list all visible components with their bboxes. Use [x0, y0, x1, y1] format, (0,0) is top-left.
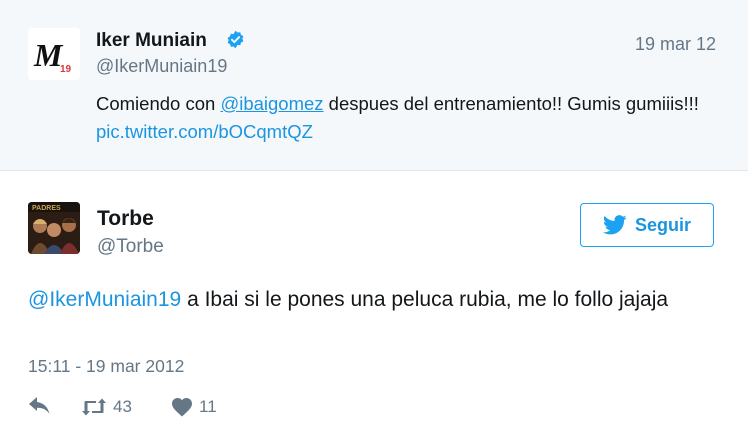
- follow-button[interactable]: Seguir: [580, 203, 714, 247]
- reply-icon: [29, 397, 50, 414]
- parent-author-handle[interactable]: @IkerMuniain19: [96, 56, 227, 77]
- retweet-count: 43: [113, 397, 132, 416]
- like-button[interactable]: 11: [171, 397, 217, 417]
- parent-text-before: Comiendo con: [96, 93, 221, 114]
- reply-button[interactable]: [28, 397, 52, 417]
- svg-text:19: 19: [60, 64, 72, 75]
- pic-link[interactable]: pic.twitter.com/bOCqmtQZ: [96, 121, 313, 142]
- author-name[interactable]: Torbe: [97, 207, 154, 231]
- mention-ibaigomez-link[interactable]: @ibaigomez: [220, 93, 323, 114]
- tweet-timestamp[interactable]: 15:11 - 19 mar 2012: [28, 356, 184, 377]
- twitter-bird-icon: [602, 215, 627, 235]
- iker-avatar[interactable]: M 19: [28, 28, 80, 80]
- torbe-avatar[interactable]: PADRES: [28, 202, 80, 254]
- follow-label: Seguir: [634, 214, 691, 235]
- author-handle[interactable]: @Torbe: [97, 236, 164, 258]
- torbe-avatar-image: PADRES: [28, 202, 80, 254]
- tweet-text: @IkerMuniain19 a Ibai si le pones una pe…: [28, 284, 718, 315]
- retweet-button[interactable]: 43: [81, 397, 132, 417]
- parent-text-after: despues del entrenamiento!! Gumis gumiii…: [323, 93, 699, 114]
- verified-badge-icon: [227, 30, 244, 49]
- parent-author-name[interactable]: Iker Muniain: [96, 30, 207, 52]
- svg-text:PADRES: PADRES: [32, 205, 61, 212]
- tweet-body: a Ibai si le pones una peluca rubia, me …: [181, 288, 669, 311]
- like-count: 11: [199, 397, 217, 416]
- parent-tweet-date[interactable]: 19 mar 12: [635, 34, 716, 55]
- heart-icon: [172, 398, 192, 417]
- parent-tweet-text: Comiendo con @ibaigomez despues del entr…: [96, 90, 706, 146]
- m19-logo-icon: M 19: [28, 28, 80, 80]
- parent-tweet[interactable]: M 19 Iker Muniain @IkerMuniain19 19 mar …: [0, 0, 748, 171]
- mention-ikermuniain19-link[interactable]: @IkerMuniain19: [28, 288, 181, 311]
- retweet-icon: [82, 398, 106, 416]
